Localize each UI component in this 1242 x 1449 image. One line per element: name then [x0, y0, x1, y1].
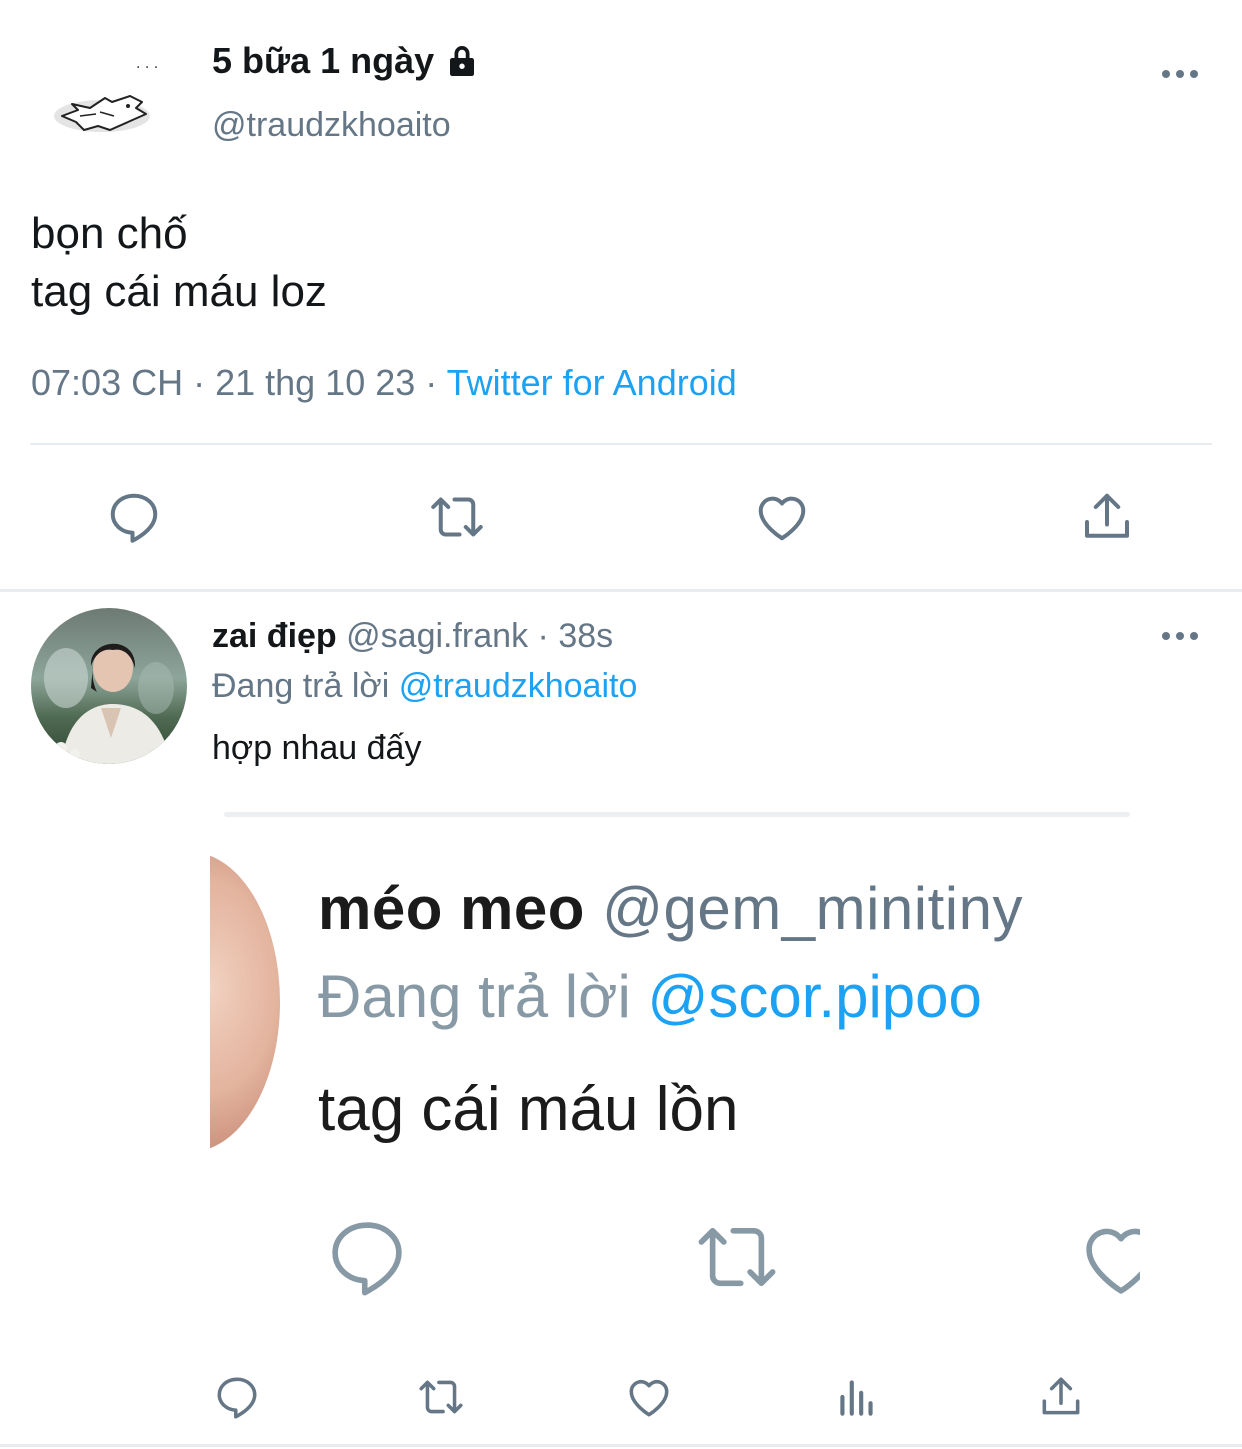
embedded-tweet-text: tag cái máu lồn	[318, 1075, 739, 1144]
reply-icon[interactable]	[104, 487, 164, 547]
tweet-text: bọn chố tag cái máu loz	[31, 205, 327, 321]
reply-icon[interactable]	[212, 1372, 262, 1422]
author-display-name[interactable]: 5 bữa 1 ngày	[212, 40, 480, 82]
meta-separator: ·	[415, 362, 447, 403]
author-name-text: 5 bữa 1 ngày	[212, 40, 435, 81]
divider	[30, 443, 1212, 445]
tweet-text-line: bọn chố	[31, 209, 188, 258]
replying-mention-link[interactable]: @traudzkhoaito	[399, 667, 638, 705]
divider	[0, 589, 1242, 592]
replying-prefix: Đang trả lời	[212, 667, 390, 705]
more-icon[interactable]	[1160, 629, 1200, 643]
reply-time[interactable]: 38s	[558, 617, 613, 655]
embedded-replying-to: Đang trả lời @scor.pipoo	[318, 962, 982, 1031]
reply-icon	[322, 1212, 412, 1302]
retweet-icon[interactable]	[416, 1372, 466, 1422]
tweet-date: 21 thg 10 23	[215, 362, 416, 403]
divider	[0, 1444, 1242, 1447]
embedded-replying-mention: @scor.pipoo	[647, 963, 982, 1030]
embedded-header: méo meo @gem_minitiny	[318, 874, 1023, 943]
image-divider	[224, 812, 1130, 817]
more-icon[interactable]	[1160, 67, 1200, 81]
tweet-source-link[interactable]: Twitter for Android	[447, 362, 737, 403]
tweet-text-line: tag cái máu loz	[31, 267, 327, 316]
embedded-replying-prefix: Đang trả lời	[318, 963, 631, 1030]
reply-author-name[interactable]: zai điẹp	[212, 617, 337, 655]
views-icon[interactable]	[832, 1372, 882, 1422]
svg-text:. . .: . . .	[136, 56, 158, 72]
attached-image[interactable]: méo meo @gem_minitiny Đang trả lời @scor…	[210, 812, 1140, 1332]
embedded-author-handle: @gem_minitiny	[602, 875, 1023, 942]
embedded-author-name: méo meo	[318, 875, 585, 942]
like-icon	[1076, 1214, 1140, 1304]
share-icon[interactable]	[1077, 487, 1137, 547]
tweet-meta: 07:03 CH · 21 thg 10 23 · Twitter for An…	[31, 362, 737, 404]
lock-icon	[444, 43, 480, 79]
author-avatar[interactable]: . . .	[50, 50, 160, 145]
tweet-time: 07:03 CH	[31, 362, 184, 403]
reply-header: zai điẹp @sagi.frank · 38s	[212, 617, 613, 656]
like-icon[interactable]	[624, 1372, 674, 1422]
retweet-icon	[692, 1212, 782, 1302]
reply-tweet-text: hợp nhau đấy	[212, 729, 422, 767]
reply-author-avatar[interactable]	[31, 608, 187, 764]
meta-separator: ·	[537, 617, 549, 655]
meta-separator: ·	[183, 362, 216, 403]
embedded-avatar	[210, 852, 280, 1152]
replying-to: Đang trả lời @traudzkhoaito	[212, 667, 637, 706]
author-handle[interactable]: @traudzkhoaito	[212, 106, 451, 145]
like-icon[interactable]	[752, 487, 812, 547]
reply-author-handle[interactable]: @sagi.frank	[346, 617, 528, 655]
share-icon[interactable]	[1036, 1372, 1086, 1422]
retweet-icon[interactable]	[427, 487, 487, 547]
